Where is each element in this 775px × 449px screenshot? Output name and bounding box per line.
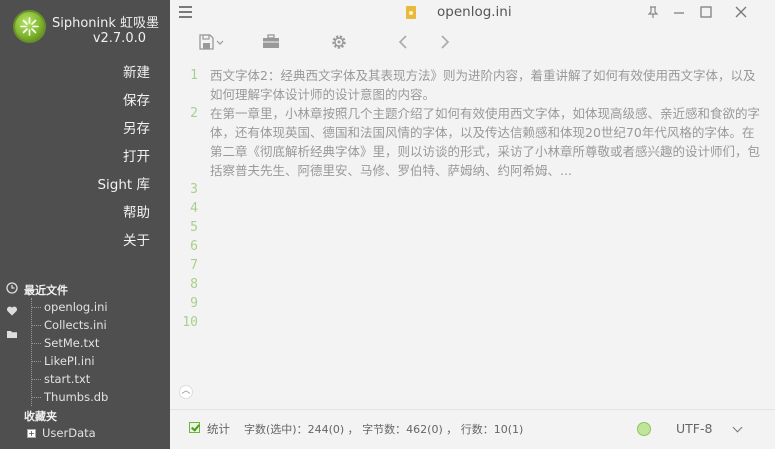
menu-open[interactable]: 打开 [97,147,150,175]
recent-file-item[interactable]: Collects.ini [32,316,108,334]
app-name: Siphonink 虹吸墨 [52,16,160,31]
recent-file-item[interactable]: start.txt [32,370,108,388]
gear-icon[interactable] [330,32,348,52]
line-number: 6 [190,239,198,254]
recent-files-title: 最近文件 [24,284,68,297]
menu-save[interactable]: 保存 [97,91,150,119]
editor-line-2: 在第一章里，小林章按照几个主题介绍了如何有效使用西文字体，如体现高级感、亲近感和… [210,106,761,178]
toolbar [170,26,775,58]
editor-line-1: 西文字体2：经典西文字体及其表现方法》则为进阶内容，着重讲解了如何有效使用西文字… [210,68,756,102]
recent-file-item[interactable]: Thumbs.db [32,388,108,406]
stats-checkbox[interactable] [189,422,200,433]
line-number: 8 [190,277,198,292]
sidebar-icon-strip [6,282,20,351]
app-version: v2.7.0.0 [92,31,146,46]
line-number: 5 [190,220,198,235]
heart-icon[interactable] [6,305,18,317]
recent-file-item[interactable]: openlog.ini [32,298,108,316]
menu-help[interactable]: 帮助 [97,203,150,231]
menu-save-as[interactable]: 另存 [97,119,150,147]
line-number: 2 [190,106,198,121]
line-number: 1 [190,68,198,83]
sidebar-menu: 新建 保存 另存 打开 Sight 库 帮助 关于 [97,63,150,259]
sidebar: Siphonink 虹吸墨 v2.7.0.0 新建 保存 另存 打开 Sight… [0,0,170,449]
line-number: 4 [190,201,198,216]
favorites-title: 收藏夹 [24,410,57,423]
forward-icon[interactable] [438,32,452,52]
app-logo [13,10,46,43]
folder-icon[interactable] [6,328,18,340]
stats-label: 统计 [207,422,230,436]
text-editor[interactable]: 1 2 3 4 5 6 7 8 9 10 西文字体2：经典西文字体及其表现方法》… [170,64,775,394]
recent-file-item[interactable]: SetMe.txt [32,334,108,352]
favorite-label: UserData [42,426,96,440]
collapse-toggle-icon[interactable]: ︿ [179,385,193,399]
editor-content[interactable]: 西文字体2：经典西文字体及其表现方法》则为进阶内容，着重讲解了如何有效使用西文字… [210,66,765,180]
expand-icon[interactable]: + [27,428,36,438]
clock-icon[interactable] [6,282,18,294]
hamburger-icon[interactable] [179,6,192,18]
file-icon [406,6,416,19]
line-number: 7 [190,258,198,273]
menu-new[interactable]: 新建 [97,63,150,91]
favorite-item-userdata[interactable]: + UserData [27,426,96,440]
recent-file-item[interactable]: LikePI.ini [32,352,108,370]
line-number: 3 [190,182,198,197]
close-icon[interactable] [733,4,749,20]
back-icon[interactable] [396,32,410,52]
globe-icon[interactable] [637,422,651,436]
pin-icon[interactable] [645,4,661,20]
stats-text: 字数(选中)：244(0) ， 字节数：462(0) ， 行数：10(1) [244,423,524,436]
recent-files-list: openlog.ini Collects.ini SetMe.txt LikeP… [31,298,108,406]
title-bar: openlog.ini [170,0,775,26]
save-icon[interactable] [198,32,226,52]
toolbox-icon[interactable] [262,32,280,52]
line-number: 10 [182,315,198,330]
minimize-icon[interactable] [671,4,687,20]
line-number: 9 [190,296,198,311]
encoding-select[interactable]: UTF-8 [676,421,712,436]
menu-sight-library[interactable]: Sight 库 [97,175,150,203]
menu-about[interactable]: 关于 [97,231,150,259]
maximize-icon[interactable] [698,4,714,20]
document-title: openlog.ini [437,4,512,20]
chevron-down-icon[interactable] [732,422,743,433]
main-panel: openlog.ini 1 2 3 4 5 6 7 8 9 10 西文字体2：经… [170,0,775,449]
status-bar: 统计 字数(选中)：244(0) ， 字节数：462(0) ， 行数：10(1)… [170,409,775,449]
